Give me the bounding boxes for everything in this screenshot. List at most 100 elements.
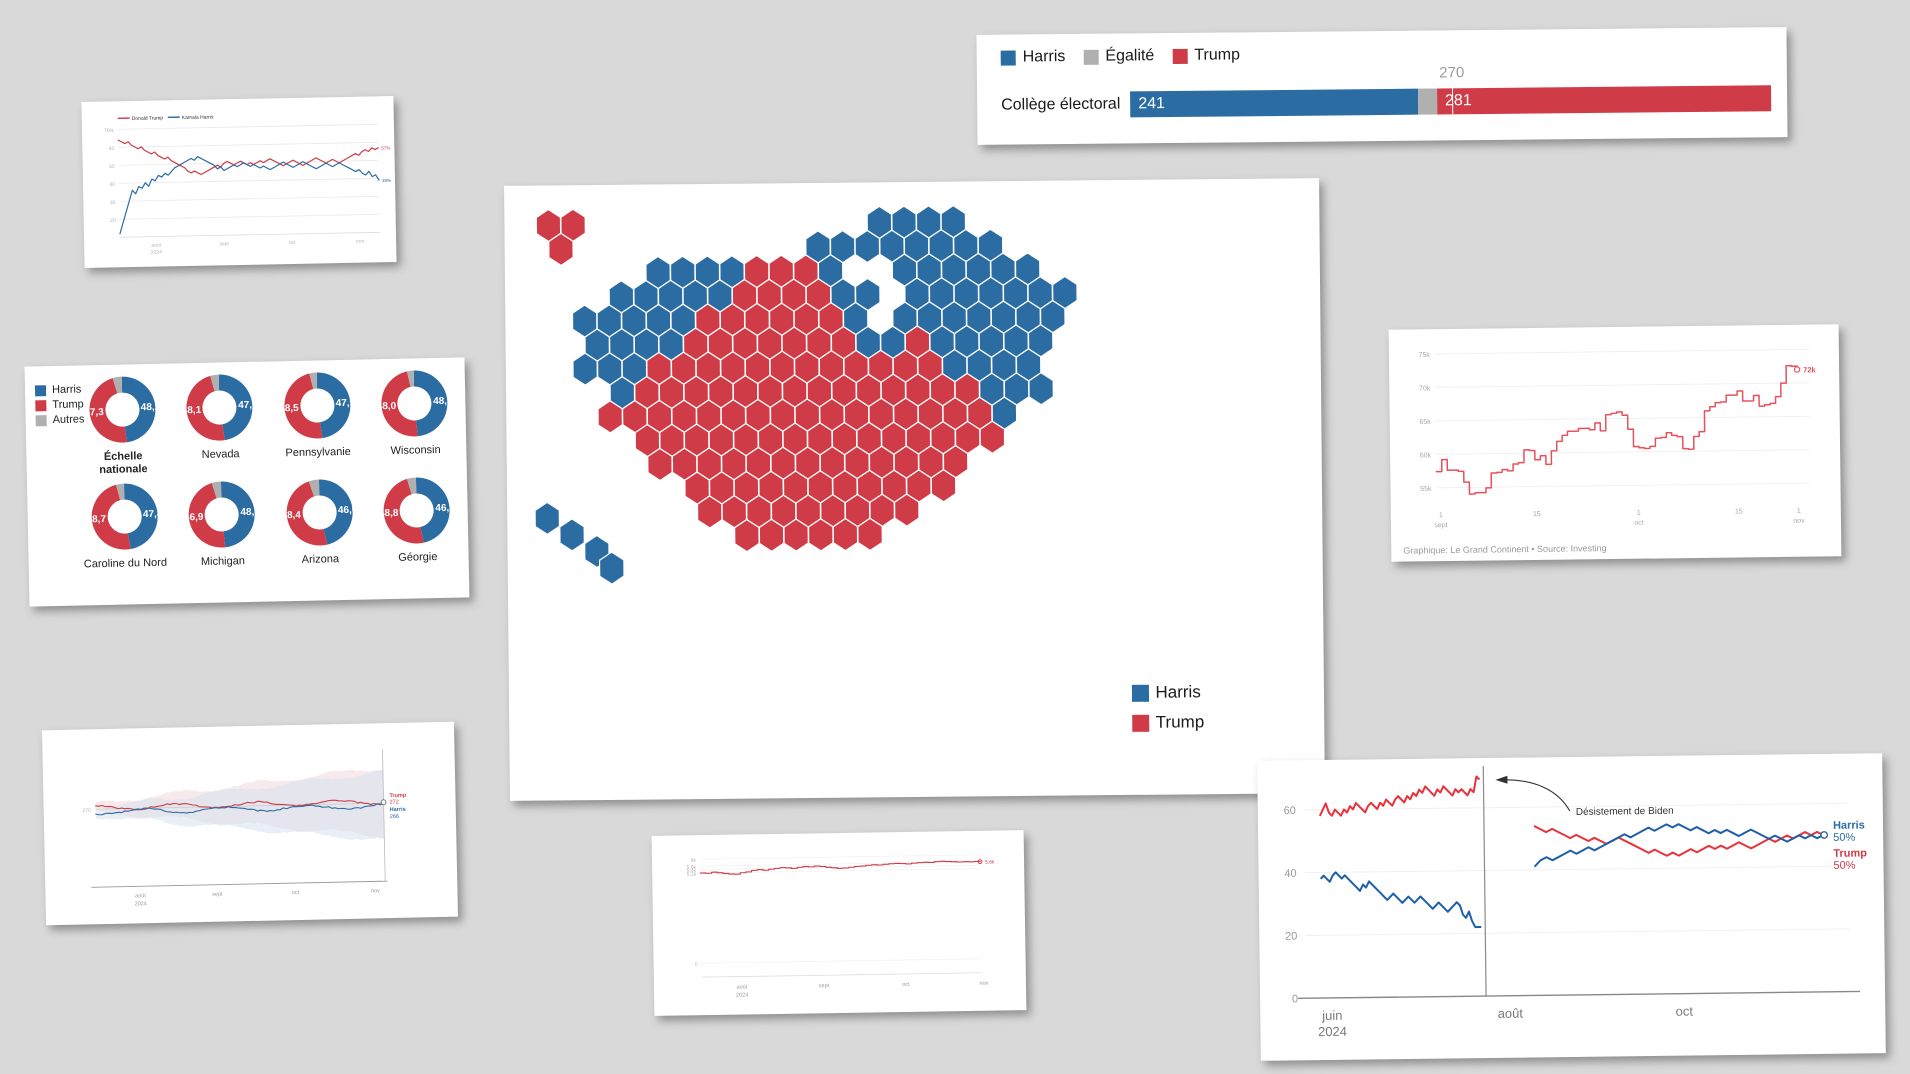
donut-harris-value: 47,9	[335, 397, 356, 409]
donut-trump-value: 48,0	[376, 400, 397, 413]
svg-text:72k: 72k	[1803, 365, 1816, 374]
biden-withdrawal-chart[interactable]: 0204060 Désistement de BidenHarris50%Trum…	[1257, 753, 1886, 1061]
trump-bar-segment: 281	[1436, 85, 1772, 115]
donut-trump-value: 48,1	[181, 404, 202, 417]
svg-text:5,6k: 5,6k	[687, 865, 697, 871]
svg-text:0: 0	[695, 962, 698, 968]
tie-color-swatch	[1083, 49, 1099, 65]
svg-text:nov: nov	[1793, 518, 1805, 525]
svg-text:1: 1	[1637, 510, 1641, 517]
svg-text:oct: oct	[1676, 1004, 1694, 1019]
donut-cell[interactable]: 48,7 48,0 Wisconsin	[365, 365, 465, 470]
svg-text:oct: oct	[289, 240, 296, 246]
svg-text:2024: 2024	[134, 901, 146, 907]
investing-index-panel: 55k 60k 65k 70k 75k 72k 1 sept 15 1 oct 15 1 nov Grap…	[1388, 324, 1842, 562]
svg-text:70%: 70%	[104, 128, 115, 134]
donut-cell[interactable]: 47,4 48,7 Caroline du Nord	[75, 479, 174, 572]
svg-text:65k: 65k	[1419, 419, 1431, 426]
donut-trump-value: 48,4	[281, 510, 302, 522]
map-legend-item-trump: Trump	[1131, 712, 1205, 733]
donut-harris-value: 46,6	[337, 504, 358, 516]
svg-text:Trump: Trump	[1833, 847, 1867, 859]
legend-item-tie: Égalité	[1083, 47, 1154, 66]
map-legend-item-harris: Harris	[1131, 682, 1204, 703]
tie-bar-segment	[1418, 88, 1438, 115]
svg-text:60k: 60k	[1420, 452, 1432, 459]
donut-state-label: Géorgie	[398, 551, 438, 565]
svg-text:50%: 50%	[1833, 832, 1855, 844]
svg-text:août: août	[135, 893, 146, 899]
svg-text:1: 1	[1439, 512, 1443, 519]
trump-color-swatch	[1131, 714, 1149, 732]
donut-state-label: Caroline du Nord	[83, 556, 168, 571]
donut-cell[interactable]: 47,7 48,1 Nevada	[170, 370, 270, 475]
map-legend-label-harris: Harris	[1155, 682, 1201, 702]
donut-state-label: Arizona	[301, 553, 340, 567]
trump-color-swatch	[35, 399, 47, 411]
trump-seat-count: 281	[1444, 92, 1472, 110]
donut-trump-value: 47,3	[84, 407, 104, 419]
biden-withdrawal-panel: 0 20 40 60 Désistement de Biden Harris 50% Trum…	[1257, 753, 1886, 1061]
donut-harris-value: 48,2	[140, 401, 161, 413]
svg-text:272: 272	[390, 799, 399, 805]
donut-cell[interactable]: 48,6 46,9 Michigan	[172, 477, 271, 570]
donut-cell[interactable]: 46,8 48,8 Géorgie	[367, 473, 466, 566]
svg-text:Donald Trump: Donald Trump	[132, 115, 164, 122]
electoral-college-panel: Harris Égalité Trump Collège électoral 2…	[976, 27, 1788, 145]
seat-projection-chart[interactable]: 270 Trump272 Harris266 août 2024 sept oct nov	[42, 722, 458, 926]
donut-cell[interactable]: 46,6 48,4 Arizona	[270, 475, 369, 568]
svg-text:sept: sept	[1434, 522, 1447, 529]
bets-volume-panel: 0 5,2k 5,4k 5,6k 6k 5,6k août 2024 sept oct nov	[651, 830, 1027, 1016]
svg-text:oct: oct	[902, 982, 910, 988]
donut-chart: 48,2 47,3	[84, 372, 160, 448]
donut-chart: 47,9 48,5	[279, 368, 355, 444]
svg-text:août: août	[151, 242, 161, 248]
svg-text:2024: 2024	[736, 992, 748, 998]
legend-item-trump: Trump	[1172, 46, 1240, 65]
svg-text:août: août	[1498, 1006, 1524, 1021]
svg-text:août: août	[737, 984, 748, 990]
primary-odds-chart[interactable]: 20 30 40 50 60 70% Donald Trump Kamala Harris 57…	[81, 96, 396, 268]
harris-color-swatch	[1000, 50, 1016, 66]
donut-cell[interactable]: 48,2 47,3 Échelle nationale	[73, 372, 173, 477]
electoral-college-bar: 270 241 281	[1130, 64, 1772, 118]
svg-text:Trump: Trump	[389, 793, 407, 799]
donut-chart: 46,8 48,8	[379, 473, 455, 549]
donut-cell[interactable]: 47,9 48,5 Pennsylvanie	[268, 368, 368, 473]
svg-text:Kamala Harris: Kamala Harris	[182, 114, 214, 121]
state-polling-donuts-panel: Harris Trump Autres 48,2 47,3 Échelle natio…	[24, 357, 470, 607]
svg-text:Harris: Harris	[1833, 819, 1865, 831]
bets-volume-chart[interactable]: 05,2k5,4k5,6k6k 5,6kaoût2024sept oct nov	[652, 830, 1027, 1016]
svg-text:6k: 6k	[691, 858, 697, 864]
threshold-270-label: 270	[1439, 64, 1465, 82]
donut-chart: 48,6 46,9	[184, 477, 260, 553]
svg-text:15: 15	[1735, 508, 1743, 515]
svg-text:sept: sept	[219, 241, 229, 247]
donut-harris-value: 46,8	[435, 502, 455, 514]
donut-trump-value: 48,5	[279, 402, 299, 415]
others-color-swatch	[35, 414, 47, 426]
map-legend: Harris Trump	[1131, 682, 1204, 743]
svg-text:60: 60	[109, 146, 115, 152]
donut-state-label: Pennsylvanie	[285, 445, 351, 460]
svg-text:50%: 50%	[1833, 860, 1855, 872]
trump-color-swatch	[1172, 48, 1188, 64]
donut-chart: 48,7 48,0	[377, 366, 453, 442]
svg-text:Désistement de Biden: Désistement de Biden	[1576, 806, 1674, 818]
hex-map-panel: Harris Trump	[504, 178, 1325, 801]
legend-label-tie: Égalité	[1105, 47, 1155, 65]
donut-chart: 46,6 48,4	[281, 475, 358, 551]
investing-index-chart[interactable]: 55k 60k 65k 70k 75k 72k 1 sept 15 1 oct 15 1 nov	[1389, 324, 1842, 539]
harris-color-swatch	[34, 384, 47, 396]
donut-trump-value: 48,8	[378, 508, 399, 520]
harris-seat-count: 241	[1138, 95, 1166, 113]
svg-text:55k: 55k	[1420, 486, 1432, 493]
source-note: Graphique: Le Grand Continent • Source: …	[1403, 543, 1607, 556]
svg-text:2024: 2024	[1318, 1024, 1347, 1039]
harris-color-swatch	[1131, 684, 1149, 702]
svg-text:20: 20	[110, 218, 116, 224]
svg-text:sept: sept	[212, 892, 223, 898]
svg-text:266: 266	[390, 814, 399, 820]
donut-harris-value: 47,7	[238, 399, 258, 411]
electoral-college-row-label: Collège électoral	[1001, 95, 1121, 114]
